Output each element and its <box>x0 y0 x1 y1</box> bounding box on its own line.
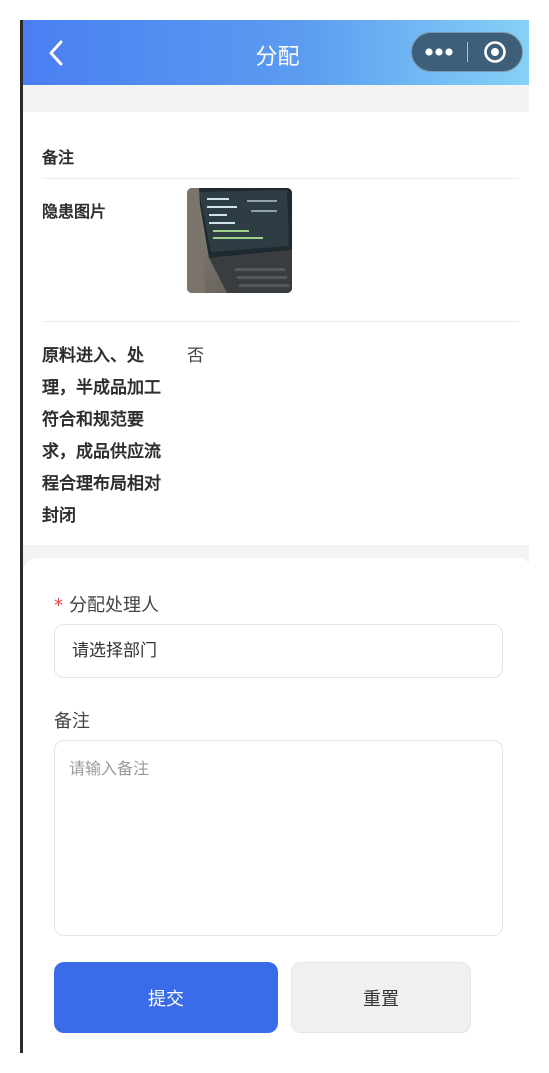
photo-label: 隐患图片 <box>42 202 107 221</box>
app-frame: 分配 备注 隐患图片 原料进入、处理，半成品加工符合和规范要求，成品供应流程合理… <box>20 20 529 1053</box>
more-button[interactable] <box>412 32 467 72</box>
note-label: 备注 <box>42 148 75 167</box>
note-textarea[interactable] <box>54 740 503 936</box>
target-close-icon <box>483 41 506 63</box>
back-button[interactable] <box>41 38 71 68</box>
divider <box>42 321 519 322</box>
note-field-label: 备注 <box>54 711 90 732</box>
check-item-value: 否 <box>187 346 204 366</box>
assignee-label-text: 分配处理人 <box>69 595 159 616</box>
more-dots-icon <box>425 48 453 56</box>
required-mark: * <box>54 595 63 616</box>
note-row: 备注 <box>42 144 519 168</box>
hazard-photo[interactable] <box>187 188 292 293</box>
check-item-label: 原料进入、处理，半成品加工符合和规范要求，成品供应流程合理布局相对封闭 <box>42 346 161 526</box>
chevron-left-icon <box>49 40 63 66</box>
assign-form: * 分配处理人 请选择部门 备注 提交 重置 <box>23 558 529 1053</box>
mini-program-capsule <box>411 32 523 72</box>
nav-header: 分配 <box>23 20 529 85</box>
assignee-field-label: * 分配处理人 <box>54 591 159 617</box>
reset-button[interactable]: 重置 <box>291 962 471 1033</box>
divider <box>42 178 519 179</box>
close-button[interactable] <box>467 32 522 72</box>
photo-thumbnail-image <box>187 188 292 293</box>
submit-button[interactable]: 提交 <box>54 962 278 1033</box>
department-select[interactable]: 请选择部门 <box>54 624 503 678</box>
hazard-info-card: 备注 隐患图片 原料进入、处理，半成品加工符合和规范要求，成品供应流程合理布局相… <box>23 112 529 545</box>
